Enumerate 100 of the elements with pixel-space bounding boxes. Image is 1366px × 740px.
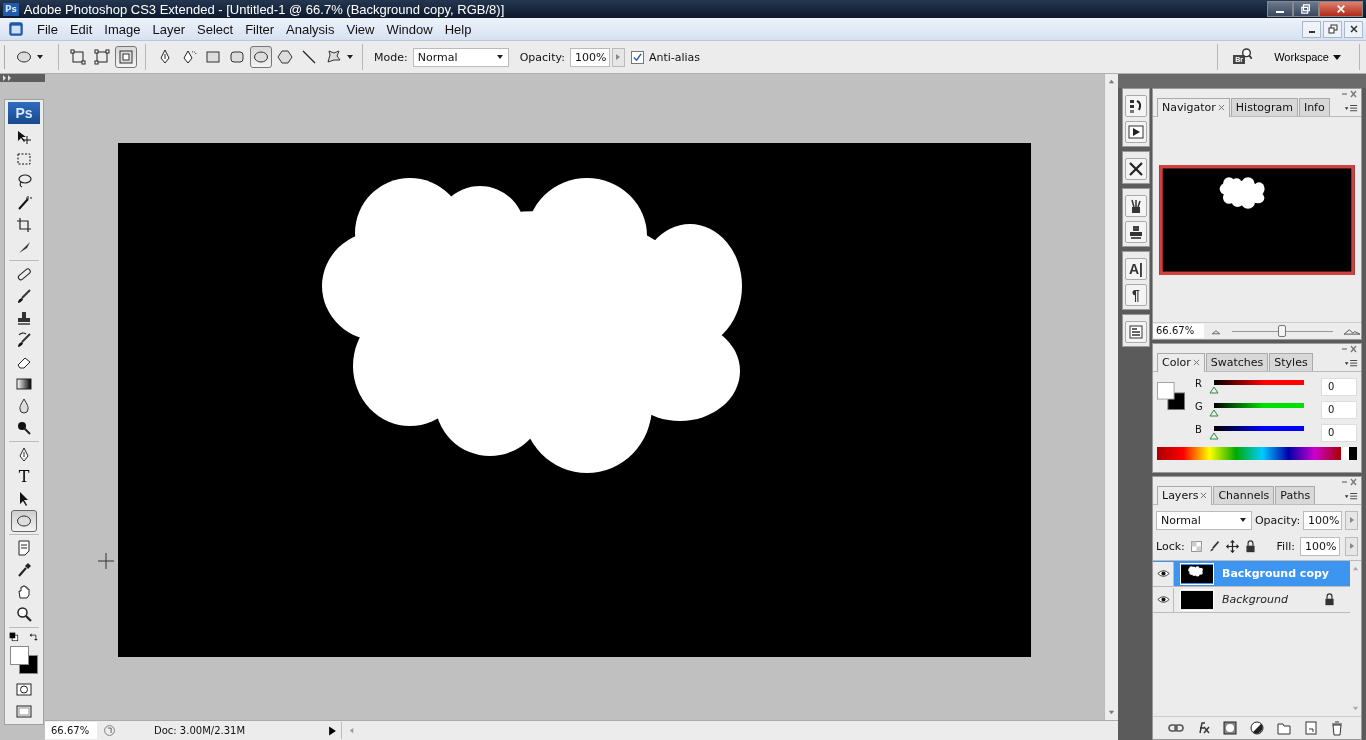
close-icon[interactable] xyxy=(1200,492,1208,499)
close-icon[interactable] xyxy=(1217,104,1225,111)
new-layer-icon[interactable] xyxy=(1302,720,1319,736)
opacity-slider-button[interactable] xyxy=(1345,510,1358,530)
fill-slider-button[interactable] xyxy=(1345,536,1358,556)
spectrum-bar[interactable] xyxy=(1157,447,1357,460)
history-icon xyxy=(1128,98,1144,114)
play-button[interactable] xyxy=(1125,121,1147,143)
layer-comps-button[interactable] xyxy=(1125,321,1147,343)
mode-dropdown[interactable]: Normal xyxy=(412,47,509,67)
panel-tab[interactable]: Color xyxy=(1157,353,1205,372)
lasso-icon xyxy=(16,173,32,189)
panel-tab[interactable]: Info xyxy=(1298,98,1330,116)
panel-controls-icon[interactable] xyxy=(1341,89,1357,98)
panel-tab[interactable]: Layers xyxy=(1157,486,1213,505)
close-button[interactable] xyxy=(1344,20,1363,38)
menu-item[interactable]: Select xyxy=(191,21,240,37)
shape-mode-button[interactable] xyxy=(67,46,89,68)
fill-field[interactable]: 100% xyxy=(1300,536,1340,556)
paragraph-button[interactable]: ¶ xyxy=(1125,284,1147,306)
cloud-shape[interactable] xyxy=(322,178,742,473)
menu-item[interactable]: Filter xyxy=(239,21,281,37)
triangle-icon xyxy=(1347,542,1356,550)
menu-item[interactable]: Layer xyxy=(146,21,192,37)
swap-icon[interactable] xyxy=(29,632,39,642)
app-logo[interactable]: Ps xyxy=(8,102,40,124)
panel-tab[interactable]: Paths xyxy=(1275,486,1316,504)
character-button[interactable]: A| xyxy=(1125,258,1147,280)
menu-item[interactable]: File xyxy=(31,21,64,37)
opacity-field[interactable]: 100% xyxy=(1303,510,1343,530)
menu-item[interactable]: View xyxy=(340,21,381,37)
workspace-menu[interactable]: Workspace xyxy=(1254,51,1351,63)
minimize-button[interactable] xyxy=(1302,20,1321,38)
zoom-field[interactable]: 66.67% xyxy=(1153,324,1204,338)
half-circle-icon[interactable] xyxy=(1248,720,1265,736)
brushes-button[interactable] xyxy=(1125,195,1147,217)
caret-icon[interactable] xyxy=(346,53,354,61)
opacity-slider-button[interactable] xyxy=(611,47,625,67)
panel-tab[interactable]: Navigator xyxy=(1157,98,1230,117)
restore-button[interactable] xyxy=(1293,1,1319,17)
mask-icon[interactable] xyxy=(1222,720,1239,736)
navigator-preview[interactable] xyxy=(1159,164,1355,275)
panel-controls-icon[interactable] xyxy=(1341,477,1357,486)
panel-tab[interactable]: Histogram xyxy=(1230,98,1298,116)
zoom-in-icon[interactable] xyxy=(1343,327,1361,335)
channel-value-field[interactable]: 0 xyxy=(1321,378,1357,396)
channel-value-field[interactable]: 0 xyxy=(1321,424,1357,442)
blend-mode-dropdown[interactable]: Normal xyxy=(1156,510,1252,530)
history-button[interactable] xyxy=(1125,95,1147,117)
scroll-down-icon[interactable] xyxy=(1108,709,1115,716)
lock-label: Lock: xyxy=(1156,539,1185,553)
shape-tool-button[interactable] xyxy=(250,46,272,68)
restore-button[interactable] xyxy=(1323,20,1342,38)
minimize-icon xyxy=(1276,10,1284,13)
restore-icon xyxy=(1327,24,1338,34)
default-colors-icon[interactable] xyxy=(9,632,19,642)
lock-icon[interactable] xyxy=(1243,539,1257,553)
tools-button[interactable] xyxy=(1125,158,1147,180)
zoom-field[interactable]: 66.67% xyxy=(45,722,97,739)
minimize-button[interactable] xyxy=(1267,1,1293,17)
clone-source-button[interactable] xyxy=(1125,221,1147,243)
move-icon[interactable] xyxy=(1225,539,1239,553)
menu-item[interactable]: Edit xyxy=(63,21,99,37)
fill-label: Fill: xyxy=(1276,539,1295,553)
opacity-field[interactable]: 100% xyxy=(569,47,610,67)
scroll-up-icon[interactable] xyxy=(1108,78,1115,85)
slider-thumb[interactable] xyxy=(1209,432,1219,440)
close-icon[interactable] xyxy=(1192,359,1200,366)
anti-alias-label: Anti-alias xyxy=(648,50,701,64)
eye-icon[interactable] xyxy=(1156,567,1170,580)
eye-icon[interactable] xyxy=(1156,593,1170,606)
checkerboard-icon[interactable] xyxy=(1189,539,1203,553)
shape-layer-icon xyxy=(70,49,86,65)
color-swatches-icon[interactable] xyxy=(1157,380,1185,412)
slider-thumb[interactable] xyxy=(1209,409,1219,417)
menu-item[interactable]: Help xyxy=(438,21,478,37)
menu-item[interactable]: Window xyxy=(380,21,439,37)
channel-value-field[interactable]: 0 xyxy=(1321,401,1357,419)
rectangle-icon xyxy=(205,49,221,65)
tool-button[interactable]: T xyxy=(11,466,37,488)
dashed-rectangle-icon xyxy=(16,151,32,167)
slider-thumb[interactable] xyxy=(1209,386,1219,394)
anti-alias-checkbox[interactable] xyxy=(630,50,644,64)
layer-row[interactable]: Background xyxy=(1153,587,1350,613)
menu-item[interactable]: Image xyxy=(98,21,147,37)
document-canvas[interactable] xyxy=(118,143,1031,657)
panel-tab[interactable]: Styles xyxy=(1269,353,1313,371)
panel-controls-icon[interactable] xyxy=(1341,344,1357,353)
panel-tab[interactable]: Channels xyxy=(1213,486,1275,504)
document-icon[interactable] xyxy=(7,20,25,38)
menu-item[interactable]: Analysis xyxy=(280,21,341,37)
panel-tab[interactable]: Swatches xyxy=(1205,353,1269,371)
shape-mode-button[interactable] xyxy=(91,46,113,68)
color-swatches-icon[interactable] xyxy=(10,646,38,674)
vertical-scrollbar[interactable] xyxy=(1104,74,1118,720)
zoom-out-icon[interactable] xyxy=(1210,327,1222,335)
shape-mode-button[interactable] xyxy=(115,46,137,68)
crosshair-cursor-icon xyxy=(98,553,114,569)
play-icon[interactable] xyxy=(328,725,337,736)
folder-icon[interactable] xyxy=(1275,720,1292,736)
